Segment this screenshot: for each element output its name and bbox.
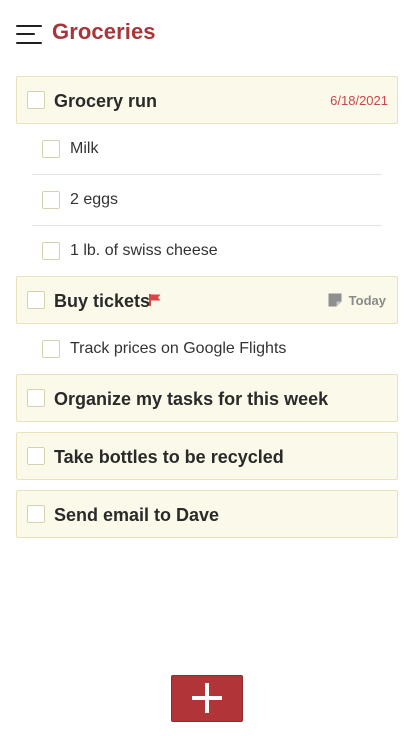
app: Groceries Grocery run 6/18/2021 Milk 2 e… [0,0,414,736]
subtask-item[interactable]: 1 lb. of swiss cheese [32,227,382,277]
subtask-checkbox[interactable] [42,140,60,158]
subtask-item[interactable]: Milk [32,125,382,175]
subtask-label: 1 lb. of swiss cheese [70,242,218,259]
menu-bar [16,33,35,35]
page-title: Groceries [52,19,156,44]
task-label: Take bottles to be recycled [54,447,284,467]
task-label: Grocery run [54,91,158,111]
task-checkbox[interactable] [27,505,45,523]
task-checkbox[interactable] [27,291,45,309]
subtask-checkbox[interactable] [42,340,60,358]
task-due-date: 6/18/2021 [330,93,388,108]
task-item-grocery-run[interactable]: Grocery run 6/18/2021 [16,76,398,124]
menu-bar [16,25,42,27]
task-item-organize-tasks[interactable]: Organize my tasks for this week [16,374,398,422]
task-checkbox[interactable] [27,389,45,407]
add-task-button[interactable] [171,675,243,722]
task-due-today: Today [348,293,386,308]
plus-icon [192,683,222,713]
note-icon [328,293,342,307]
task-item-send-email[interactable]: Send email to Dave [16,490,398,538]
subtask-checkbox[interactable] [42,191,60,209]
subtask-item[interactable]: Track prices on Google Flights [32,325,382,375]
task-label: Buy tickets [54,291,151,311]
header: Groceries [0,0,414,70]
subtask-label: Milk [70,140,99,157]
task-label: Send email to Dave [54,505,220,525]
menu-bar [16,42,42,44]
task-item-recycle-bottles[interactable]: Take bottles to be recycled [16,432,398,480]
subtask-label: 2 eggs [70,191,119,208]
task-item-buy-tickets[interactable]: Buy tickets Today [16,276,398,324]
task-checkbox[interactable] [27,91,45,109]
hamburger-menu-icon[interactable] [14,22,44,48]
subtask-label: Track prices on Google Flights [70,340,287,357]
task-label: Organize my tasks for this week [54,389,329,409]
red-flag-icon [149,294,161,306]
task-checkbox[interactable] [27,447,45,465]
subtask-item[interactable]: 2 eggs [32,176,382,226]
subtask-checkbox[interactable] [42,242,60,260]
